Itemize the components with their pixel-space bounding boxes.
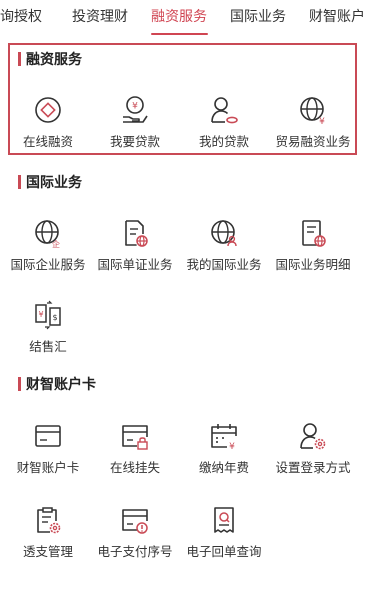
tab-international[interactable]: 国际业务 xyxy=(230,7,286,25)
globe-user-icon xyxy=(211,220,237,247)
grid-item-login-settings[interactable]: 设置登录方式 xyxy=(268,421,358,483)
grid-item-apply-loan[interactable]: ¥ 我要贷款 xyxy=(90,95,180,157)
svg-text:$: $ xyxy=(52,313,57,322)
active-tab-indicator xyxy=(151,33,208,35)
card-icon xyxy=(35,425,61,447)
svg-text:¥: ¥ xyxy=(229,442,235,451)
grid-item-intl-details[interactable]: 国际业务明细 xyxy=(268,218,358,280)
grid-item-my-loan[interactable]: 我的贷款 xyxy=(179,95,269,157)
grid-item-e-receipt-query[interactable]: 电子回单查询 xyxy=(179,505,269,567)
section-title-smart-account: 财智账户卡 xyxy=(26,376,96,392)
card-alert-icon xyxy=(122,509,148,534)
user-loan-icon xyxy=(211,97,238,124)
hand-yen-icon: ¥ xyxy=(123,96,148,123)
globe-yen-icon: ¥ xyxy=(300,97,325,125)
grid-item-report-loss[interactable]: 在线挂失 xyxy=(90,421,180,483)
section-title-international: 国际业务 xyxy=(26,174,82,190)
item-label: 设置登录方式 xyxy=(275,461,351,475)
section-title-financing: 融资服务 xyxy=(26,51,82,67)
svg-text:企: 企 xyxy=(52,239,60,248)
grid-item-intl-documents[interactable]: 国际单证业务 xyxy=(90,218,180,280)
list-globe-icon xyxy=(302,220,326,247)
top-tab-bar: 查询授权 投资理财 融资服务 国际业务 财智账户 xyxy=(0,0,376,38)
grid-item-forex-settlement[interactable]: ¥ $ 结售汇 xyxy=(3,300,93,362)
svg-text:¥: ¥ xyxy=(319,117,325,125)
svg-text:¥: ¥ xyxy=(132,102,138,112)
item-label: 贸易融资业务 xyxy=(275,135,351,149)
section-marker xyxy=(18,175,21,189)
calendar-yen-icon: ¥ xyxy=(211,424,237,451)
grid-item-trade-financing[interactable]: ¥ 贸易融资业务 xyxy=(268,95,358,157)
item-label: 电子回单查询 xyxy=(186,545,262,559)
section-marker xyxy=(18,52,21,66)
diamond-coin-icon xyxy=(35,97,61,123)
receipt-search-icon xyxy=(214,507,234,533)
grid-item-e-payment-number[interactable]: 电子支付序号 xyxy=(90,505,180,567)
section-marker xyxy=(18,377,21,391)
user-gear-icon xyxy=(300,423,326,450)
tab-query-authorization[interactable]: 查询授权 xyxy=(0,7,42,25)
clipboard-gear-icon xyxy=(37,507,61,534)
grid-item-pay-annual-fee[interactable]: ¥ 缴纳年费 xyxy=(179,421,269,483)
tab-financing[interactable]: 融资服务 xyxy=(151,7,207,25)
item-label: 国际业务明细 xyxy=(275,258,351,272)
globe-enterprise-icon: 企 xyxy=(35,220,60,248)
tab-smart-account[interactable]: 财智账户 xyxy=(309,7,365,25)
grid-item-my-intl-business[interactable]: 我的国际业务 xyxy=(179,218,269,280)
tab-investment[interactable]: 投资理财 xyxy=(72,7,128,25)
currency-exchange-icon: ¥ $ xyxy=(35,300,61,330)
item-label: 结售汇 xyxy=(29,340,67,354)
card-lock-icon xyxy=(122,425,148,450)
document-globe-icon xyxy=(125,220,148,247)
svg-text:¥: ¥ xyxy=(38,310,43,319)
